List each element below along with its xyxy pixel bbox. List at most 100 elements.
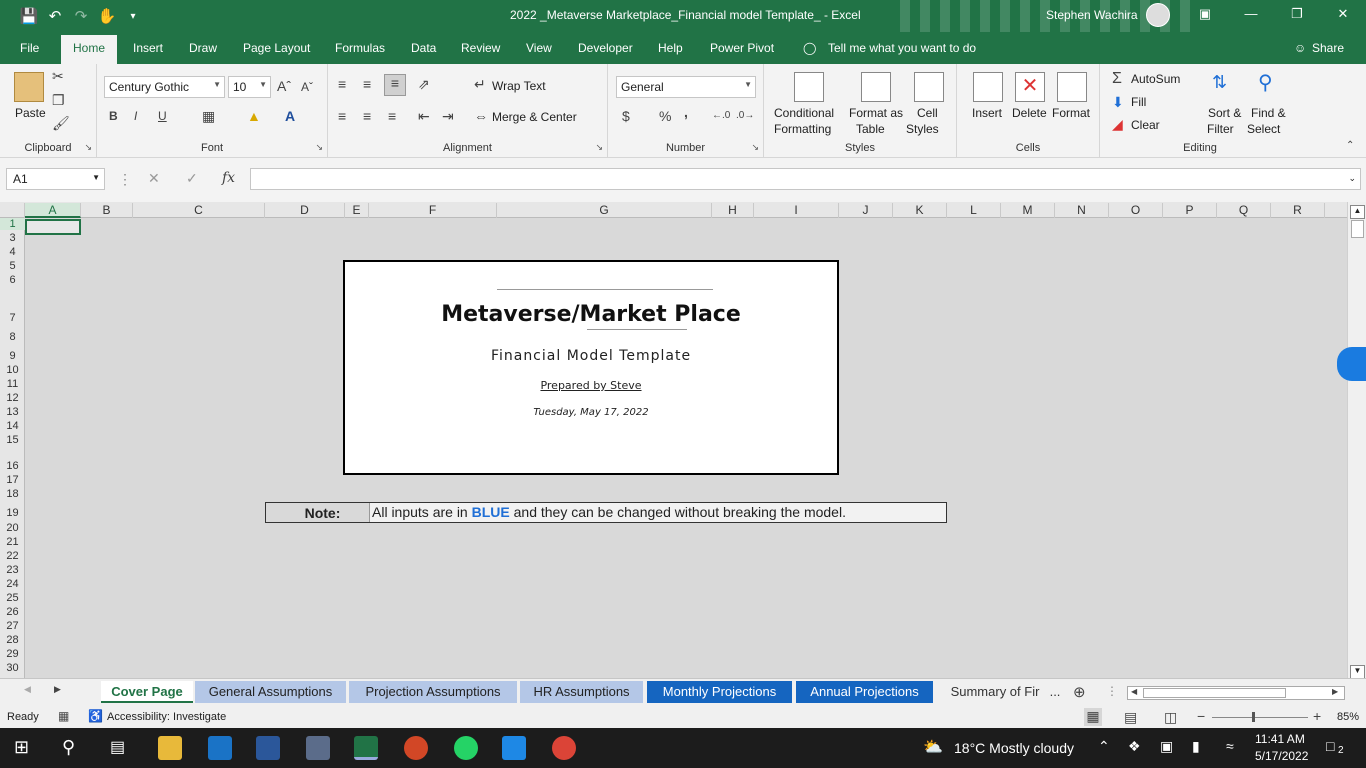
- zoom-level[interactable]: 85%: [1337, 711, 1359, 723]
- row-header[interactable]: 17: [0, 474, 25, 486]
- tab-developer[interactable]: Developer: [578, 41, 633, 55]
- underline-button[interactable]: U: [158, 109, 167, 123]
- row-header[interactable]: 19: [0, 507, 25, 519]
- scroll-down-icon[interactable]: ▼: [1350, 665, 1365, 679]
- column-header[interactable]: F: [369, 203, 497, 218]
- font-name-select[interactable]: Century Gothic ▼: [104, 76, 225, 98]
- row-header[interactable]: 3: [0, 232, 25, 244]
- fill-color-icon[interactable]: ▲: [247, 108, 261, 124]
- clipboard-launcher-icon[interactable]: ↘: [84, 142, 92, 153]
- tab-home[interactable]: Home: [61, 35, 118, 64]
- whatsapp-icon[interactable]: [454, 736, 478, 760]
- notification-icon[interactable]: □: [1326, 738, 1334, 754]
- row-header[interactable]: 28: [0, 634, 25, 646]
- italic-button[interactable]: I: [134, 109, 137, 123]
- scroll-tabs-left-icon[interactable]: ◀: [24, 684, 31, 695]
- percent-button[interactable]: %: [659, 108, 671, 124]
- cell-styles-label-2[interactable]: Styles: [906, 122, 939, 136]
- zoom-out-icon[interactable]: −: [1197, 708, 1205, 724]
- tab-review[interactable]: Review: [461, 41, 500, 55]
- clock-time[interactable]: 11:41 AM: [1255, 732, 1305, 746]
- weather-icon[interactable]: ⛅: [923, 737, 943, 757]
- task-view-icon[interactable]: ▤: [110, 737, 125, 757]
- column-header[interactable]: C: [133, 203, 265, 218]
- autosum-button[interactable]: AutoSum: [1131, 72, 1180, 86]
- chrome-icon[interactable]: [552, 736, 576, 760]
- add-sheet-icon[interactable]: ⊕: [1073, 683, 1086, 701]
- row-header[interactable]: 22: [0, 550, 25, 562]
- clear-button[interactable]: Clear: [1131, 118, 1160, 132]
- eraser-icon[interactable]: ◢: [1112, 116, 1123, 133]
- paste-icon[interactable]: [14, 72, 44, 102]
- share-button[interactable]: Share: [1312, 41, 1344, 55]
- sheet-tab-hr-assumptions[interactable]: HR Assumptions: [520, 681, 643, 703]
- find-select-label-1[interactable]: Find &: [1251, 106, 1286, 120]
- accessibility-status[interactable]: Accessibility: Investigate: [107, 711, 226, 723]
- increase-decimal-icon[interactable]: ←.0: [712, 110, 730, 121]
- column-header[interactable]: O: [1109, 203, 1163, 218]
- row-header[interactable]: 15: [0, 434, 25, 446]
- tab-file[interactable]: File: [20, 41, 39, 55]
- row-header[interactable]: 13: [0, 406, 25, 418]
- windows-start-icon[interactable]: ⊞: [14, 737, 29, 758]
- close-icon[interactable]: ✕: [1328, 6, 1358, 22]
- wrap-text-icon[interactable]: ↵: [474, 76, 486, 93]
- row-header[interactable]: 30: [0, 662, 25, 674]
- cell-styles-icon[interactable]: [914, 72, 944, 102]
- formula-input[interactable]: ⌄: [250, 168, 1361, 190]
- column-header[interactable]: I: [754, 203, 839, 218]
- column-header[interactable]: L: [947, 203, 1001, 218]
- avatar[interactable]: [1146, 3, 1170, 27]
- format-as-table-label-1[interactable]: Format as: [849, 106, 903, 120]
- row-header[interactable]: 11: [0, 378, 25, 390]
- find-select-icon[interactable]: ⚲: [1258, 70, 1273, 95]
- conditional-formatting-icon[interactable]: [794, 72, 824, 102]
- row-header[interactable]: 4: [0, 246, 25, 258]
- increase-indent-icon[interactable]: ⇥: [442, 108, 454, 125]
- paste-button[interactable]: Paste: [15, 106, 46, 120]
- expand-formula-icon[interactable]: ⌄: [1348, 173, 1356, 184]
- fill-icon[interactable]: ⬇: [1112, 94, 1124, 111]
- align-bottom-icon[interactable]: ≡: [384, 74, 406, 96]
- align-middle-icon[interactable]: ≡: [363, 76, 371, 92]
- row-header[interactable]: 20: [0, 522, 25, 534]
- search-icon[interactable]: ⚲: [62, 737, 75, 758]
- currency-button[interactable]: $: [622, 108, 630, 124]
- mail-icon[interactable]: [208, 736, 232, 760]
- page-layout-view-icon[interactable]: ▤: [1124, 709, 1137, 726]
- conditional-formatting-label-2[interactable]: Formatting: [774, 122, 831, 136]
- cancel-icon[interactable]: ✕: [148, 170, 160, 187]
- column-header[interactable]: Q: [1217, 203, 1271, 218]
- merge-center-icon[interactable]: ⇔: [474, 108, 488, 124]
- tab-power-pivot[interactable]: Power Pivot: [710, 41, 774, 55]
- align-left-icon[interactable]: ≡: [338, 108, 346, 124]
- align-top-icon[interactable]: ≡: [338, 76, 346, 92]
- word-icon[interactable]: [256, 736, 280, 760]
- row-header[interactable]: 5: [0, 260, 25, 272]
- sheet-tab-monthly-projections[interactable]: Monthly Projections: [647, 681, 792, 703]
- touch-mode-icon[interactable]: ✋: [96, 7, 118, 25]
- comma-button[interactable]: ,: [684, 104, 688, 120]
- zoom-in-icon[interactable]: +: [1313, 708, 1321, 724]
- column-header[interactable]: G: [497, 203, 712, 218]
- insert-cells-button[interactable]: Insert: [972, 106, 1002, 120]
- collapse-ribbon-icon[interactable]: ⌃: [1346, 140, 1354, 151]
- format-cells-icon[interactable]: [1057, 72, 1087, 102]
- column-header[interactable]: B: [81, 203, 133, 218]
- row-header[interactable]: 23: [0, 564, 25, 576]
- delete-cells-button[interactable]: Delete: [1012, 106, 1047, 120]
- format-cells-button[interactable]: Format: [1052, 106, 1090, 120]
- insert-cells-icon[interactable]: [973, 72, 1003, 102]
- row-header[interactable]: 10: [0, 364, 25, 376]
- calculator-icon[interactable]: [306, 736, 330, 760]
- row-header[interactable]: 7: [0, 312, 25, 324]
- dropbox-tray-icon[interactable]: ❖: [1128, 738, 1141, 755]
- column-header[interactable]: K: [893, 203, 947, 218]
- orientation-icon[interactable]: ⇗: [418, 76, 430, 93]
- format-as-table-label-2[interactable]: Table: [856, 122, 885, 136]
- format-as-table-icon[interactable]: [861, 72, 891, 102]
- normal-view-icon[interactable]: ▦: [1084, 708, 1102, 726]
- column-header[interactable]: P: [1163, 203, 1217, 218]
- tab-insert[interactable]: Insert: [133, 41, 163, 55]
- sort-filter-icon[interactable]: ⇅: [1212, 72, 1227, 93]
